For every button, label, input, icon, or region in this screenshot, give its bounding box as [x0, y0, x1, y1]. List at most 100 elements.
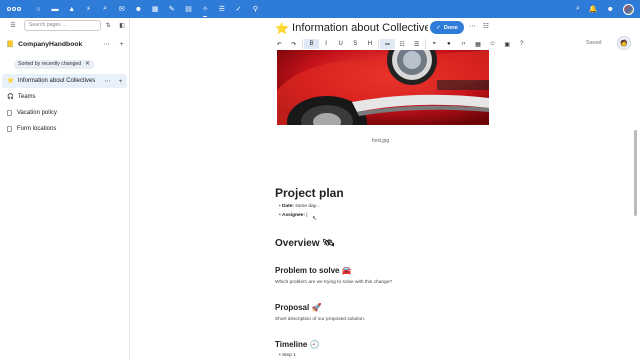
collective-header[interactable]: 📒 CompanyHandbook ⋯ + — [0, 36, 129, 52]
user-avatar-icon[interactable] — [623, 3, 634, 15]
calendar-icon[interactable]: ▦ — [147, 0, 164, 18]
search-app-icon[interactable]: ⌕ — [97, 0, 114, 18]
check-icon: ✓ — [436, 24, 441, 31]
numbered-list-icon[interactable]: ☷ — [395, 39, 410, 49]
heading-project-plan[interactable]: Project plan — [275, 186, 344, 200]
sidebar-collapse-icon[interactable]: ◧ — [115, 22, 129, 29]
page-icon — [7, 110, 12, 116]
checklist-icon[interactable]: ☰ — [409, 39, 424, 49]
image-caption: ford.jpg — [372, 138, 390, 144]
undo-icon[interactable]: ↶ — [272, 39, 287, 49]
add-page-icon[interactable]: + — [114, 41, 129, 48]
sidebar-item-label: Form locations — [17, 126, 57, 132]
bullet-list-icon[interactable]: ≔ — [380, 39, 395, 49]
sidebar-item-form-locations[interactable]: Form locations — [0, 122, 129, 136]
info-icon[interactable]: ● — [442, 39, 457, 49]
code-icon[interactable]: ‹› — [456, 39, 471, 49]
header-right: ⌕ 🔔 ☻ — [576, 0, 634, 18]
bullet-value: | — [304, 213, 308, 218]
mouse-cursor-icon: ↖ — [312, 216, 318, 222]
heading-icon[interactable]: H — [363, 39, 378, 49]
heading-proposal[interactable]: Proposal 🚀 — [275, 303, 321, 312]
sidebar-item-teams[interactable]: 🎧 Teams — [0, 90, 129, 104]
image-icon[interactable]: ▣ — [500, 39, 515, 49]
sort-badge-label: Sorted by recently changed — [18, 61, 82, 67]
heading-problem[interactable]: Problem to solve 🚘 — [275, 266, 352, 275]
collective-icon: 📒 — [6, 41, 15, 48]
activity-icon[interactable]: ⚡ — [80, 0, 97, 18]
page-header: ⭐ Information about Collectives ✓ Done ⋯… — [130, 18, 640, 38]
collectives-icon[interactable]: ✧ — [197, 0, 214, 18]
notes-icon[interactable]: ✎ — [164, 0, 181, 18]
done-button[interactable]: ✓ Done — [430, 21, 464, 34]
heading-overview[interactable]: Overview 🛰 — [275, 238, 335, 249]
dashboard-icon[interactable]: ○ — [30, 0, 47, 18]
collective-more-icon[interactable]: ⋯ — [99, 40, 114, 48]
scrollbar[interactable] — [634, 130, 637, 216]
bullet-date[interactable]: • Date: some day... — [279, 204, 320, 209]
table-icon[interactable]: ▦ — [471, 39, 486, 49]
editor-user-avatar[interactable]: 🧑 — [617, 36, 631, 50]
sidebar-item-label: Vacation policy — [17, 110, 57, 116]
teams-icon: 🎧 — [7, 94, 14, 100]
sidebar-toggle-icon[interactable]: ☰ — [6, 22, 20, 29]
sidebar-item-label: Information about Collectives — [17, 78, 96, 84]
proposal-text[interactable]: Short description of our proposed soluti… — [275, 317, 365, 322]
maps-icon[interactable]: ⚲ — [247, 0, 264, 18]
step-label: Step 1 — [282, 353, 296, 358]
bullet-value: some day... — [294, 204, 320, 209]
page-icon — [7, 126, 12, 132]
add-subpage-icon[interactable]: + — [114, 78, 127, 85]
heading-timeline[interactable]: Timeline 🕘 — [275, 340, 320, 349]
problem-text[interactable]: Which problem are we trying to solve wit… — [275, 280, 392, 285]
toolbar-separator — [424, 39, 426, 49]
photos-icon[interactable]: ▲ — [63, 0, 80, 18]
list-icon[interactable]: ☰ — [214, 0, 231, 18]
page-more-icon[interactable]: ⋯ — [469, 22, 476, 30]
deck-icon[interactable]: ▤ — [180, 0, 197, 18]
toolbar-separator — [302, 39, 304, 49]
italic-icon[interactable]: I — [319, 39, 334, 49]
quote-icon[interactable]: ❝ — [427, 39, 442, 49]
search-icon[interactable]: ⌕ — [576, 5, 580, 13]
bold-icon[interactable]: B — [304, 39, 319, 49]
underline-icon[interactable]: U — [333, 39, 348, 49]
tasks-icon[interactable]: ✓ — [230, 0, 247, 18]
page-title[interactable]: Information about Collectives — [292, 22, 428, 34]
save-status: Saved — [586, 40, 602, 46]
app-menu: ○ ▬ ▲ ⚡ ⌕ ✉ ☻ ▦ ✎ ▤ ✧ ☰ ✓ ⚲ — [30, 0, 264, 18]
strikethrough-icon[interactable]: S — [348, 39, 363, 49]
bullet-key: Date: — [282, 204, 295, 209]
page-more-icon[interactable]: ⋯ — [101, 77, 114, 85]
top-navigation-bar: ○ ▬ ▲ ⚡ ⌕ ✉ ☻ ▦ ✎ ▤ ✧ ☰ ✓ ⚲ ⌕ 🔔 ☻ — [0, 0, 640, 18]
star-icon: ⭐ — [7, 78, 14, 84]
collective-name: CompanyHandbook — [18, 40, 83, 48]
emoji-icon[interactable]: ☺ — [485, 39, 500, 49]
timeline-step[interactable]: • Step 1 — [279, 353, 296, 358]
mail-icon[interactable]: ✉ — [113, 0, 130, 18]
search-pages-input[interactable]: Search pages ... — [23, 19, 102, 31]
bullet-key: Assignee: — [282, 213, 305, 218]
notifications-icon[interactable]: 🔔 — [589, 5, 598, 13]
page-emoji-icon[interactable]: ⭐ — [275, 22, 289, 35]
car-photo[interactable] — [277, 50, 489, 125]
sidebar-toggle-icon[interactable]: ☷ — [483, 22, 489, 30]
redo-icon[interactable]: ↷ — [287, 39, 302, 49]
contacts-menu-icon[interactable]: ☻ — [607, 6, 614, 13]
toolbar-separator — [378, 39, 380, 49]
car-illustration — [277, 50, 489, 125]
editor-toolbar: ↶ ↷ B I U S H ≔ ☷ ☰ ❝ ● ‹› ▦ ☺ ▣? — [272, 38, 529, 50]
files-icon[interactable]: ▬ — [47, 0, 64, 18]
contacts-icon[interactable]: ☻ — [130, 0, 147, 18]
sort-icon[interactable]: ⇅ — [101, 22, 115, 29]
sidebar-item-information[interactable]: ⭐ Information about Collectives ⋯ + — [2, 74, 127, 88]
bullet-assignee[interactable]: • Assignee: | — [279, 213, 308, 218]
sort-badge: Sorted by recently changed ✕ — [14, 59, 94, 69]
nextcloud-logo[interactable] — [3, 0, 25, 18]
help-icon[interactable]: ? — [515, 39, 530, 49]
sidebar: ☰ Search pages ... ⇅ ◧ 📒 CompanyHandbook… — [0, 18, 130, 360]
clear-sort-icon[interactable]: ✕ — [85, 61, 90, 67]
sidebar-item-label: Teams — [17, 94, 36, 100]
sidebar-item-vacation-policy[interactable]: Vacation policy — [0, 106, 129, 120]
done-button-label: Done — [443, 24, 458, 31]
